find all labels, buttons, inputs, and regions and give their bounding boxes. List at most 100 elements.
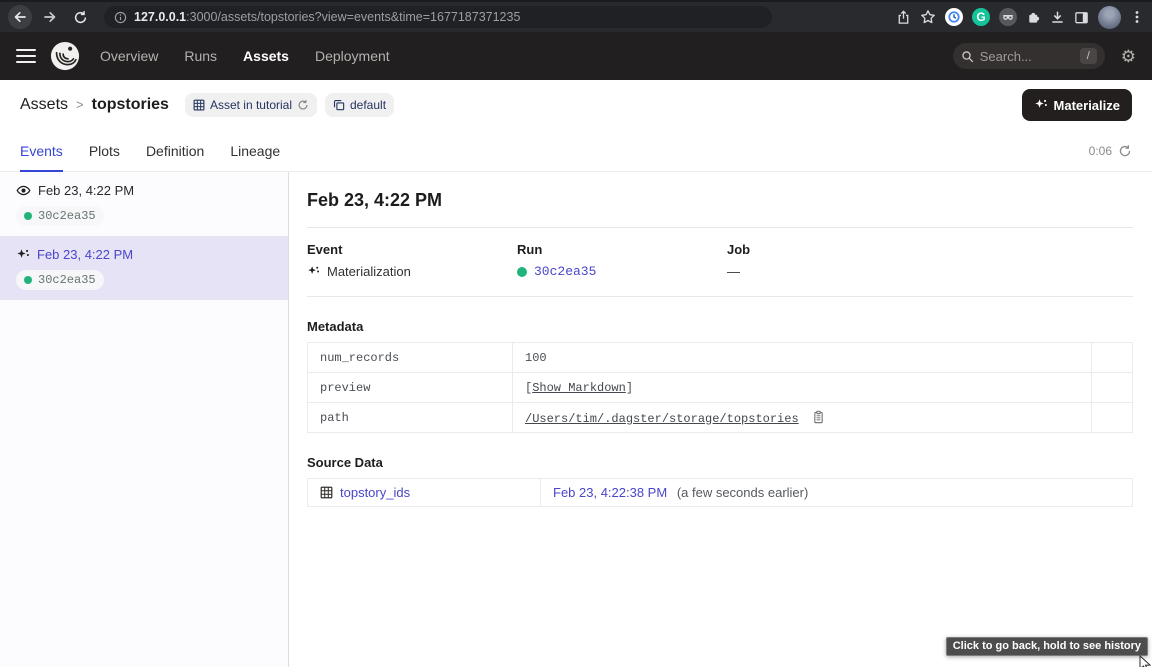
- settings-gear-icon[interactable]: ⚙: [1121, 48, 1136, 65]
- breadcrumb-asset-name: topstories: [92, 96, 169, 114]
- nav-item-deployment[interactable]: Deployment: [315, 48, 390, 64]
- metadata-table: num_records 100 preview [Show Markdown] …: [307, 342, 1133, 433]
- side-panel-icon[interactable]: [1074, 10, 1089, 25]
- run-column-label: Run: [517, 242, 727, 257]
- tag-refresh-icon[interactable]: [297, 99, 309, 111]
- materialize-button[interactable]: Materialize: [1022, 89, 1132, 121]
- source-time-note: (a few seconds earlier): [677, 485, 809, 500]
- run-status-dot: [24, 276, 32, 284]
- table-row: topstory_ids Feb 23, 4:22:38 PM (a few s…: [308, 479, 1133, 507]
- tab-events[interactable]: Events: [20, 130, 63, 172]
- extension-grammarly-icon[interactable]: G: [972, 8, 990, 26]
- browser-forward-button[interactable]: [38, 5, 62, 29]
- event-detail-panel: Feb 23, 4:22 PM Event Materialization Ru…: [289, 172, 1152, 667]
- table-row: preview [Show Markdown]: [308, 373, 1133, 403]
- metadata-extra-cell: [1092, 373, 1133, 403]
- metadata-value: [Show Markdown]: [513, 373, 1092, 403]
- table-grid-icon: [320, 486, 333, 499]
- tag-asset-in-tutorial[interactable]: Asset in tutorial: [185, 93, 317, 117]
- event-list-item-observation[interactable]: Feb 23, 4:22 PM 30c2ea35: [0, 172, 288, 236]
- sparkle-icon: [1034, 98, 1048, 112]
- metadata-key: num_records: [308, 343, 513, 373]
- tag-default-group[interactable]: default: [325, 93, 394, 117]
- extension-goggles-icon[interactable]: [999, 8, 1017, 26]
- search-icon: [961, 50, 974, 63]
- search-input[interactable]: [980, 49, 1074, 64]
- source-asset-link[interactable]: topstory_ids: [320, 485, 528, 500]
- event-list-item-materialization[interactable]: Feb 23, 4:22 PM 30c2ea35: [0, 236, 288, 300]
- metadata-key: preview: [308, 373, 513, 403]
- asset-tabs: Events Plots Definition Lineage 0:06: [0, 130, 1152, 172]
- metadata-extra-cell: [1092, 403, 1133, 433]
- event-column-label: Event: [307, 242, 517, 257]
- tab-lineage[interactable]: Lineage: [230, 130, 280, 172]
- job-column-label: Job: [727, 242, 1133, 257]
- table-row: num_records 100: [308, 343, 1133, 373]
- tag-label: default: [350, 98, 386, 112]
- metadata-value: /Users/tim/.dagster/storage/topstories: [513, 403, 1092, 433]
- back-arrow-icon: [12, 9, 28, 25]
- event-timestamp: Feb 23, 4:22 PM: [37, 247, 133, 262]
- nav-item-overview[interactable]: Overview: [100, 48, 158, 64]
- run-status-dot: [517, 267, 527, 277]
- browser-back-button[interactable]: [8, 5, 32, 29]
- source-data-table: topstory_ids Feb 23, 4:22:38 PM (a few s…: [307, 478, 1133, 507]
- nav-item-runs[interactable]: Runs: [184, 48, 217, 64]
- run-id: 30c2ea35: [38, 273, 96, 287]
- app-navbar: Overview Runs Assets Deployment / ⚙: [0, 32, 1152, 80]
- refresh-timer-value: 0:06: [1089, 144, 1112, 158]
- sparkle-icon: [16, 248, 30, 262]
- nav-item-assets[interactable]: Assets: [243, 48, 289, 64]
- source-data-heading: Source Data: [307, 455, 1133, 470]
- tag-label: Asset in tutorial: [210, 98, 292, 112]
- extensions-puzzle-icon[interactable]: [1026, 10, 1041, 25]
- address-bar[interactable]: 127.0.0.1:3000/assets/topstories?view=ev…: [104, 6, 772, 28]
- browser-reload-button[interactable]: [68, 5, 92, 29]
- tab-definition[interactable]: Definition: [146, 130, 204, 172]
- profile-avatar[interactable]: [1098, 6, 1121, 29]
- copy-layers-icon: [333, 99, 345, 111]
- path-link[interactable]: /Users/tim/.dagster/storage/topstories: [525, 412, 799, 426]
- asset-page-header: Assets > topstories Asset in tutorial de…: [0, 80, 1152, 130]
- sparkle-icon: [307, 265, 320, 278]
- eye-icon: [16, 183, 31, 198]
- mouse-cursor: [1139, 655, 1152, 667]
- tab-plots[interactable]: Plots: [89, 130, 120, 172]
- show-markdown-link[interactable]: Show Markdown: [532, 381, 626, 395]
- refresh-icon[interactable]: [1118, 144, 1132, 158]
- run-id: 30c2ea35: [38, 209, 96, 223]
- refresh-countdown: 0:06: [1089, 144, 1132, 158]
- clipboard-copy-icon[interactable]: [812, 410, 825, 424]
- table-grid-icon: [193, 99, 205, 111]
- source-asset-name: topstory_ids: [340, 485, 410, 500]
- share-icon[interactable]: [896, 10, 911, 25]
- breadcrumb-assets-link[interactable]: Assets: [20, 96, 68, 114]
- breadcrumb: Assets > topstories: [20, 96, 169, 114]
- metadata-heading: Metadata: [307, 319, 1133, 334]
- search-shortcut-badge: /: [1080, 48, 1097, 64]
- source-materialization-time-link[interactable]: Feb 23, 4:22:38 PM: [553, 485, 667, 500]
- site-info-icon[interactable]: [114, 11, 127, 24]
- forward-arrow-icon: [42, 9, 58, 25]
- table-row: path /Users/tim/.dagster/storage/topstor…: [308, 403, 1133, 433]
- dagster-logo[interactable]: [50, 41, 80, 71]
- breadcrumb-separator: >: [76, 97, 84, 112]
- downloads-icon[interactable]: [1050, 10, 1065, 25]
- extension-timer-icon[interactable]: [945, 8, 963, 26]
- event-timestamp: Feb 23, 4:22 PM: [38, 183, 134, 198]
- run-tag[interactable]: 30c2ea35: [16, 270, 104, 290]
- metadata-value: 100: [513, 343, 1092, 373]
- job-value: —: [727, 264, 740, 279]
- run-status-dot: [24, 212, 32, 220]
- run-tag[interactable]: 30c2ea35: [16, 206, 104, 226]
- hamburger-menu-icon[interactable]: [16, 49, 36, 64]
- event-detail-title: Feb 23, 4:22 PM: [307, 190, 1133, 211]
- url-text: 127.0.0.1:3000/assets/topstories?view=ev…: [134, 10, 520, 24]
- run-id-link[interactable]: 30c2ea35: [534, 264, 596, 279]
- metadata-extra-cell: [1092, 343, 1133, 373]
- event-type-value: Materialization: [327, 264, 411, 279]
- browser-menu-icon[interactable]: [1130, 9, 1144, 25]
- metadata-key: path: [308, 403, 513, 433]
- global-search[interactable]: /: [953, 43, 1105, 69]
- bookmark-star-icon[interactable]: [920, 9, 936, 25]
